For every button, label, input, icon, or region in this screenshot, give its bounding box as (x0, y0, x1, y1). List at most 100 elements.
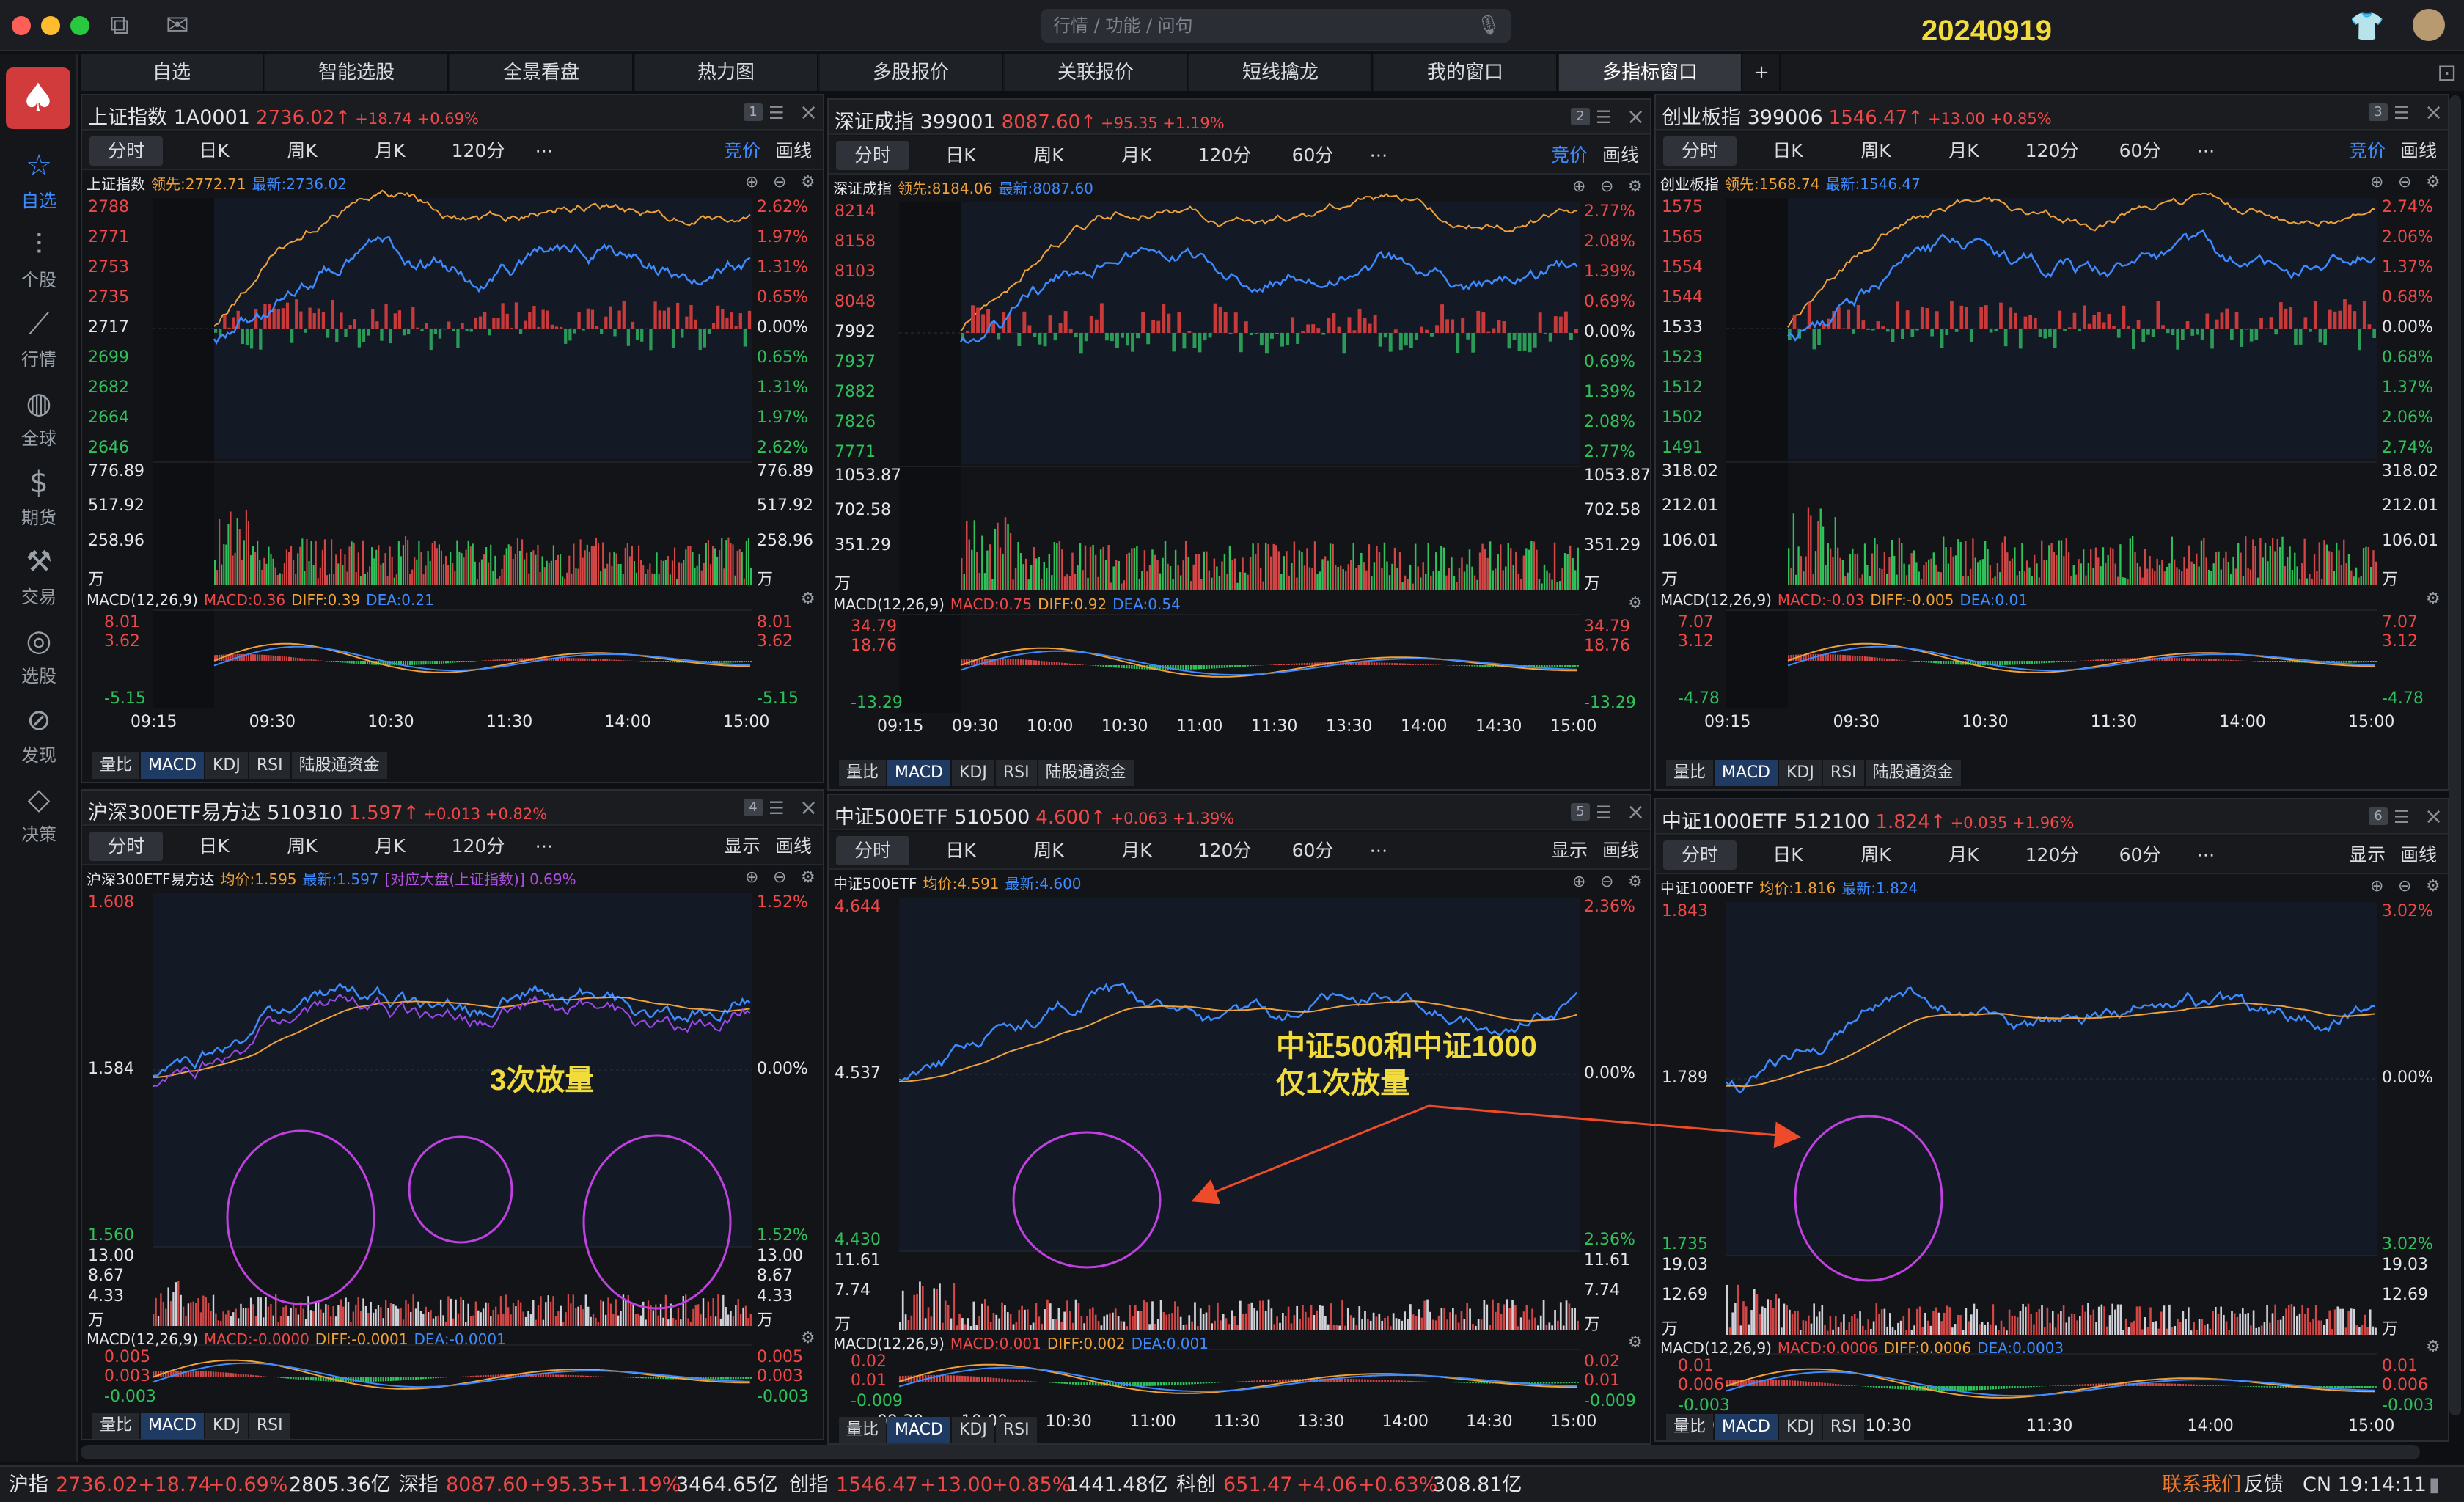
volume-bar (335, 554, 337, 585)
toolbox-icon[interactable]: ⊡ (2437, 59, 2457, 87)
macd-histogram-bar (282, 1377, 285, 1379)
indicator-tab-2[interactable]: MACD (887, 760, 950, 786)
volume-bar (2372, 550, 2375, 585)
indicator-tab-4[interactable]: RSI (995, 1417, 1037, 1443)
momentum-bar (1430, 333, 1434, 337)
status-cy-name[interactable]: 创指 (789, 1468, 829, 1502)
macd-settings-gear-icon[interactable]: ⚙ (1628, 1333, 1643, 1352)
volume-bar (2085, 575, 2087, 585)
volume-bar (2316, 571, 2318, 585)
macd-histogram-bar (653, 661, 656, 662)
chart-canvas[interactable] (1656, 95, 2449, 791)
volume-bar (675, 1319, 677, 1326)
tab-2[interactable]: 智能选股 (265, 54, 449, 91)
avatar[interactable] (2413, 9, 2445, 41)
macd-settings-gear-icon[interactable]: ⚙ (801, 590, 815, 608)
tab-4[interactable]: 热力图 (635, 54, 818, 91)
macd-histogram-bar (2181, 658, 2183, 661)
indicator-tab-4[interactable]: RSI (1822, 1414, 1864, 1440)
add-tab-button[interactable]: + (1744, 54, 1781, 91)
sidebar-item-4[interactable]: ◍ 全球 (0, 383, 78, 456)
volume-bar (2080, 563, 2082, 585)
indicator-tab-4[interactable]: RSI (249, 752, 290, 779)
sidebar-item-8[interactable]: ⊘ 发现 (0, 700, 78, 773)
tab-7[interactable]: 短线擒龙 (1189, 54, 1373, 91)
indicator-tab-3[interactable]: KDJ (1778, 760, 1822, 786)
status-sz-name[interactable]: 深指 (399, 1468, 439, 1502)
chart-canvas[interactable] (829, 100, 1651, 791)
macd-histogram-bar (317, 1377, 320, 1381)
indicator-tab-1[interactable]: 量比 (1666, 760, 1714, 786)
contact-us-link[interactable]: 联系我们 (2162, 1468, 2241, 1502)
volume-bar (1905, 575, 1908, 585)
indicator-tab-2[interactable]: MACD (141, 1413, 204, 1439)
volume-bar (2166, 1328, 2168, 1335)
volume-bar (1154, 554, 1156, 590)
macd-settings-gear-icon[interactable]: ⚙ (2426, 590, 2441, 608)
sidebar-item-9[interactable]: ◇ 决策 (0, 779, 78, 852)
macd-settings-gear-icon[interactable]: ⚙ (2426, 1338, 2441, 1356)
sidebar-item-6[interactable]: ⚒ 交易 (0, 541, 78, 615)
vertical-scrollbar[interactable] (2449, 95, 2461, 1415)
indicator-tab-3[interactable]: KDJ (951, 1417, 994, 1443)
volume-bar (1247, 574, 1249, 590)
volume-bar (1976, 562, 1979, 585)
close-window-button[interactable] (12, 16, 31, 35)
tab-8[interactable]: 我的窗口 (1374, 54, 1558, 91)
sidebar-item-3[interactable]: ⟋ 行情 (0, 304, 78, 377)
tab-9[interactable]: 多指标窗口 (1559, 54, 1742, 91)
maximize-window-button[interactable] (70, 16, 89, 35)
indicator-tab-2[interactable]: MACD (887, 1417, 950, 1443)
indicator-tab-1[interactable]: 量比 (92, 1413, 140, 1439)
status-sh-name[interactable]: 沪指 (9, 1468, 48, 1502)
star-icon: ☆ (26, 149, 52, 183)
indicator-tab-2[interactable]: MACD (141, 752, 204, 779)
macd-settings-gear-icon[interactable]: ⚙ (801, 1329, 815, 1347)
indicator-tab-1[interactable]: 量比 (92, 752, 140, 779)
sidebar-item-1[interactable]: ☆ 自选 (0, 145, 78, 219)
macd-histogram-bar (362, 661, 364, 664)
volume-bar (281, 574, 283, 585)
horizontal-scrollbar[interactable] (81, 1445, 2420, 1459)
macd-axis-label: 0.01 (1678, 1357, 1714, 1375)
sidebar-item-7[interactable]: ◎ 选股 (0, 620, 78, 694)
tab-1[interactable]: 自选 (81, 54, 264, 91)
indicator-tab-5[interactable]: 陆股通资金 (1865, 760, 1961, 786)
indicator-tab-3[interactable]: KDJ (1778, 1414, 1822, 1440)
tab-3[interactable]: 全景看盘 (450, 54, 634, 91)
macd-settings-gear-icon[interactable]: ⚙ (1628, 594, 1643, 612)
indicator-tab-4[interactable]: RSI (249, 1413, 290, 1439)
indicator-tab-5[interactable]: 陆股通资金 (1038, 760, 1134, 786)
volume-bar (606, 563, 609, 585)
window-switch-icon[interactable]: ⧉ (110, 10, 129, 41)
sidebar-item-5[interactable]: $ 期货 (0, 462, 78, 535)
indicator-tab-3[interactable]: KDJ (205, 752, 248, 779)
feedback-link[interactable]: 反馈 (2244, 1468, 2284, 1502)
indicator-tab-2[interactable]: MACD (1715, 760, 1778, 786)
tab-5[interactable]: 多股报价 (820, 54, 1003, 91)
momentum-bar (1486, 331, 1491, 333)
status-kc-name[interactable]: 科创 (1176, 1468, 1216, 1502)
macd-histogram-bar (2100, 659, 2102, 661)
tab-6[interactable]: 关联报价 (1005, 54, 1188, 91)
indicator-tab-1[interactable]: 量比 (839, 1417, 887, 1443)
message-icon[interactable]: ✉ (166, 9, 189, 41)
indicator-tab-3[interactable]: KDJ (951, 760, 994, 786)
indicator-tab-5[interactable]: 陆股通资金 (291, 752, 387, 779)
chart-canvas[interactable] (82, 95, 824, 783)
indicator-tab-1[interactable]: 量比 (839, 760, 887, 786)
indicator-tab-1[interactable]: 量比 (1666, 1414, 1714, 1440)
indicator-tab-4[interactable]: RSI (995, 760, 1037, 786)
microphone-icon[interactable]: 🎙 (1476, 9, 1500, 43)
search-input[interactable]: 行情 / 功能 / 问句 🎙 (1041, 9, 1511, 43)
indicator-tab-4[interactable]: RSI (1822, 760, 1864, 786)
volume-bar (655, 1304, 657, 1326)
indicator-tab-2[interactable]: MACD (1715, 1414, 1778, 1440)
indicator-tab-3[interactable]: KDJ (205, 1413, 248, 1439)
volume-bar (2362, 547, 2365, 585)
sidebar-item-2[interactable]: ⫶ 个股 (0, 224, 78, 298)
macd-histogram-bar (492, 659, 494, 661)
minimize-window-button[interactable] (41, 16, 60, 35)
skin-shirt-icon[interactable]: 👕 (2350, 10, 2384, 43)
volume-bar (1840, 1322, 1842, 1335)
